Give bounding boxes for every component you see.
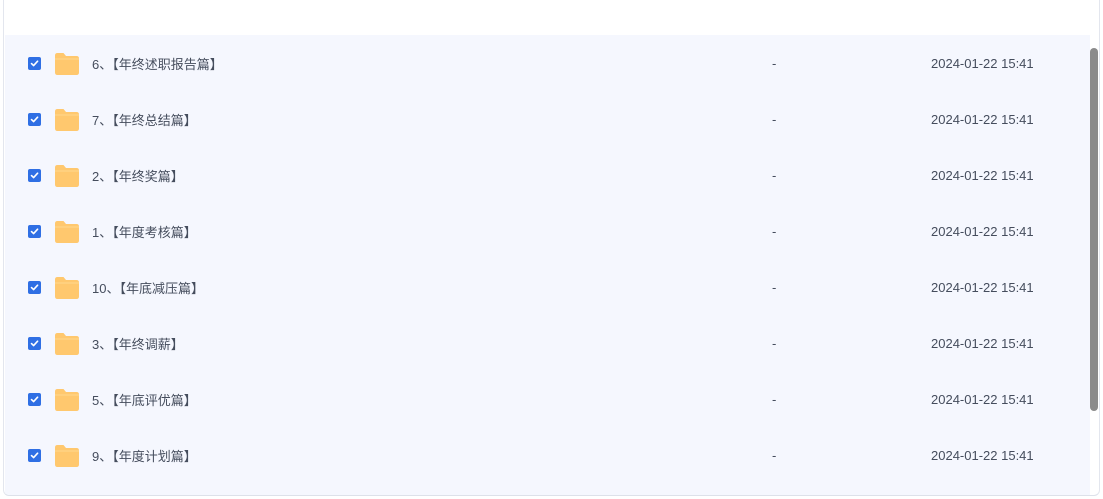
file-size: -	[772, 167, 777, 183]
folder-icon	[55, 221, 79, 243]
checkbox-checked-icon[interactable]	[28, 392, 41, 406]
file-size: -	[772, 391, 777, 407]
folder-icon	[55, 389, 79, 411]
file-modified-date: 2024-01-22 15:41	[931, 223, 1034, 239]
file-name[interactable]: 7、【年终总结篇】	[92, 110, 197, 129]
file-size: -	[772, 55, 777, 71]
file-size: -	[772, 223, 777, 239]
checkbox-checked-icon[interactable]	[28, 336, 41, 350]
checkbox-checked-icon[interactable]	[28, 448, 41, 462]
folder-icon	[55, 53, 79, 75]
folder-icon	[55, 109, 79, 131]
file-modified-date: 2024-01-22 15:41	[931, 391, 1034, 407]
folder-icon	[55, 333, 79, 355]
folder-icon	[55, 445, 79, 467]
folder-icon	[55, 165, 79, 187]
file-name[interactable]: 10、【年底减压篇】	[92, 278, 204, 297]
file-name[interactable]: 6、【年终述职报告篇】	[92, 54, 223, 73]
file-modified-date: 2024-01-22 15:41	[931, 447, 1034, 463]
file-modified-date: 2024-01-22 15:41	[931, 335, 1034, 351]
file-row[interactable]: 1、【年度考核篇】 - 2024-01-22 15:41	[5, 203, 1090, 259]
file-list-panel: 6、【年终述职报告篇】 - 2024-01-22 15:41 7、【年终总结篇】…	[3, 0, 1100, 496]
file-size: -	[772, 279, 777, 295]
checkbox-checked-icon[interactable]	[28, 280, 41, 294]
file-row[interactable]: 10、【年底减压篇】 - 2024-01-22 15:41	[5, 259, 1090, 315]
checkbox-checked-icon[interactable]	[28, 56, 41, 70]
checkbox-checked-icon[interactable]	[28, 224, 41, 238]
file-row[interactable]: 3、【年终调薪】 - 2024-01-22 15:41	[5, 315, 1090, 371]
folder-icon	[55, 277, 79, 299]
vertical-scrollbar[interactable]	[1090, 48, 1098, 411]
file-name[interactable]: 3、【年终调薪】	[92, 334, 184, 353]
file-name[interactable]: 5、【年底评优篇】	[92, 390, 197, 409]
file-modified-date: 2024-01-22 15:41	[931, 55, 1034, 71]
file-size: -	[772, 335, 777, 351]
file-size: -	[772, 447, 777, 463]
file-name[interactable]: 9、【年度计划篇】	[92, 446, 197, 465]
file-row[interactable]: 6、【年终述职报告篇】 - 2024-01-22 15:41	[5, 35, 1090, 91]
file-size: -	[772, 111, 777, 127]
file-modified-date: 2024-01-22 15:41	[931, 167, 1034, 183]
file-list: 6、【年终述职报告篇】 - 2024-01-22 15:41 7、【年终总结篇】…	[5, 35, 1090, 495]
file-row[interactable]: 5、【年底评优篇】 - 2024-01-22 15:41	[5, 371, 1090, 427]
file-row[interactable]: 9、【年度计划篇】 - 2024-01-22 15:41	[5, 427, 1090, 483]
file-name[interactable]: 2、【年终奖篇】	[92, 166, 184, 185]
file-row[interactable]: 7、【年终总结篇】 - 2024-01-22 15:41	[5, 91, 1090, 147]
checkbox-checked-icon[interactable]	[28, 112, 41, 126]
checkbox-checked-icon[interactable]	[28, 168, 41, 182]
file-row[interactable]: 2、【年终奖篇】 - 2024-01-22 15:41	[5, 147, 1090, 203]
file-name[interactable]: 1、【年度考核篇】	[92, 222, 197, 241]
file-modified-date: 2024-01-22 15:41	[931, 111, 1034, 127]
file-modified-date: 2024-01-22 15:41	[931, 279, 1034, 295]
